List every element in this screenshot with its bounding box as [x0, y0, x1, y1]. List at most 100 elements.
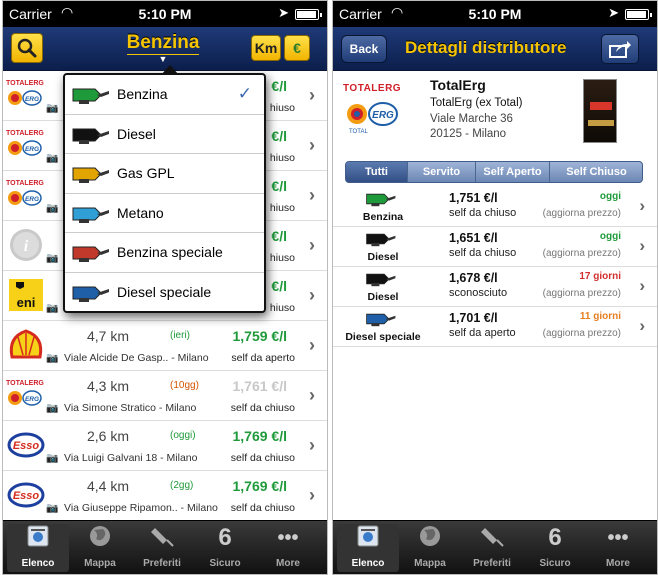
km-sort-button[interactable]: Km — [251, 35, 281, 61]
fuel-nozzle-icon — [365, 190, 397, 208]
fuel-nozzle-icon — [71, 85, 111, 105]
fuel-option[interactable]: Diesel — [65, 115, 264, 154]
tab-mappa[interactable]: Mappa — [399, 524, 461, 572]
tab-label: Sicuro — [209, 558, 241, 569]
tab-elenco[interactable]: Elenco — [337, 524, 399, 572]
svg-text:TOTALERG: TOTALERG — [6, 380, 44, 387]
tab-sicuro[interactable]: 6 Sicuro — [524, 524, 586, 572]
fuel-service: self da chiuso — [449, 247, 517, 259]
station-row[interactable]: Esso 📷 2,6 km (oggi) 1,769 €/l Via Luigi Galv… — [3, 421, 327, 471]
battery-icon — [625, 9, 652, 20]
tab-more[interactable]: ••• More — [587, 524, 649, 572]
svg-text:eni: eni — [17, 295, 36, 310]
chevron-right-icon: › — [639, 276, 645, 295]
chevron-right-icon: › — [309, 385, 315, 405]
fuel-name: Diesel speciale — [345, 331, 421, 343]
tab-label: Preferiti — [473, 558, 511, 569]
share-button[interactable] — [601, 34, 639, 64]
tab-label: Mappa — [414, 558, 446, 569]
segment-servito[interactable]: Servito — [408, 162, 476, 182]
fuel-price-row[interactable]: Diesel 1,651 €/l self da chiuso oggi (aggior… — [333, 227, 657, 267]
fuel-nozzle-icon — [365, 310, 397, 328]
station-row[interactable]: Esso 📷 4,4 km (2gg) 1,769 €/l Via Giuseppe Ri… — [3, 471, 327, 521]
chevron-right-icon: › — [309, 235, 315, 255]
svg-text:ERG: ERG — [25, 96, 39, 103]
list-icon — [7, 524, 69, 552]
back-button[interactable]: Back — [341, 35, 387, 63]
segment-self-aperto[interactable]: Self Aperto — [476, 162, 550, 182]
tab-preferiti[interactable]: Preferiti — [461, 524, 523, 572]
update-price-link[interactable]: (aggiorna prezzo) — [543, 328, 621, 339]
svg-text:ERG: ERG — [25, 396, 39, 403]
segment-tutti[interactable]: Tutti — [346, 162, 408, 182]
price-age: 17 giorni — [579, 271, 621, 282]
svg-text:ERG: ERG — [372, 110, 394, 121]
fuel-option-label: Benzina speciale — [117, 244, 223, 260]
chevron-right-icon: › — [639, 196, 645, 215]
pin-icon — [131, 524, 193, 552]
search-icon — [17, 38, 37, 58]
station-detail-screen: Carrier ◠ 5:10 PM ➤ Back Dettagli distri… — [332, 0, 658, 575]
fuel-price: 1,651 €/l — [449, 231, 498, 245]
sicuro-counter-icon: 6 — [218, 524, 232, 551]
station-name: TotalErg — [430, 77, 486, 93]
station-service: hiuso — [269, 302, 295, 314]
fuel-type-dropdown: Benzina ✓ Diesel Gas GPL Metano Benzina speci… — [63, 65, 266, 313]
globe-icon — [399, 524, 461, 552]
chevron-right-icon: › — [309, 135, 315, 155]
tab-elenco[interactable]: Elenco — [7, 524, 69, 572]
svg-text:TOTALERG: TOTALERG — [6, 180, 44, 187]
segment-self-chiuso[interactable]: Self Chiuso — [550, 162, 642, 182]
update-price-link[interactable]: (aggiorna prezzo) — [543, 288, 621, 299]
station-service: hiuso — [269, 152, 295, 164]
fuel-price-row[interactable]: Benzina 1,751 €/l self da chiuso oggi (aggio… — [333, 187, 657, 227]
camera-icon: 📷 — [46, 403, 59, 414]
chevron-right-icon: › — [639, 316, 645, 335]
camera-icon: 📷 — [46, 353, 59, 364]
pin-icon — [461, 524, 523, 552]
tab-mappa[interactable]: Mappa — [69, 524, 131, 572]
dropdown-indicator-icon: ▼ — [158, 54, 168, 64]
fuel-price: 1,751 €/l — [449, 191, 498, 205]
update-price-link[interactable]: (aggiorna prezzo) — [543, 208, 621, 219]
fuel-option[interactable]: Diesel speciale — [65, 273, 264, 313]
svg-text:ERG: ERG — [25, 196, 39, 203]
fuel-price-row[interactable]: Diesel 1,678 €/l sconosciuto 17 giorni (aggi… — [333, 267, 657, 307]
chevron-right-icon: › — [309, 285, 315, 305]
station-price: €/l — [271, 128, 287, 144]
station-row[interactable]: 📷 4,7 km (ieri) 1,759 €/l Viale Alcide De Ga… — [3, 321, 327, 371]
station-service: self da aperto — [231, 352, 295, 364]
price-age: 11 giorni — [579, 311, 621, 322]
search-button[interactable] — [11, 33, 43, 63]
battery-icon — [295, 9, 322, 20]
fuel-option[interactable]: Benzina speciale — [65, 233, 264, 273]
station-price: 1,761 €/l — [232, 378, 288, 394]
fuel-selector-title[interactable]: Benzina ▼ — [103, 32, 223, 68]
fuel-option[interactable]: Metano — [65, 194, 264, 233]
tab-preferiti[interactable]: Preferiti — [131, 524, 193, 572]
station-price: €/l — [271, 228, 287, 244]
fuel-option[interactable]: Gas GPL — [65, 154, 264, 194]
station-price: 1,769 €/l — [232, 478, 288, 494]
station-photo[interactable] — [583, 79, 617, 143]
station-row[interactable]: TOTALERG ERG 📷 4,3 km (10gg) 1,761 €/l Via Sim… — [3, 371, 327, 421]
shell-logo — [6, 327, 46, 363]
price-age: (oggi) — [170, 430, 196, 441]
price-sort-button[interactable]: € — [284, 35, 310, 61]
tab-bar: Elenco Mappa Preferiti 6 Sicuro ••• More — [333, 520, 657, 574]
fuel-price-row[interactable]: Diesel speciale 1,701 €/l self da aperto 11… — [333, 307, 657, 347]
fuel-option[interactable]: Benzina ✓ — [65, 75, 264, 115]
price-age: (10gg) — [170, 380, 199, 391]
globe-icon — [69, 524, 131, 552]
service-filter-segmented-control: Tutti Servito Self Aperto Self Chiuso — [345, 161, 643, 183]
fuel-price: 1,701 €/l — [449, 311, 498, 325]
svg-text:TOTAL: TOTAL — [349, 129, 368, 135]
tab-more[interactable]: ••• More — [257, 524, 319, 572]
tab-sicuro[interactable]: 6 Sicuro — [194, 524, 256, 572]
tab-label: More — [606, 558, 630, 569]
station-price: €/l — [271, 78, 287, 94]
station-price: 1,769 €/l — [232, 428, 288, 444]
update-price-link[interactable]: (aggiorna prezzo) — [543, 248, 621, 259]
chevron-right-icon: › — [309, 485, 315, 505]
camera-icon: 📷 — [46, 303, 59, 314]
